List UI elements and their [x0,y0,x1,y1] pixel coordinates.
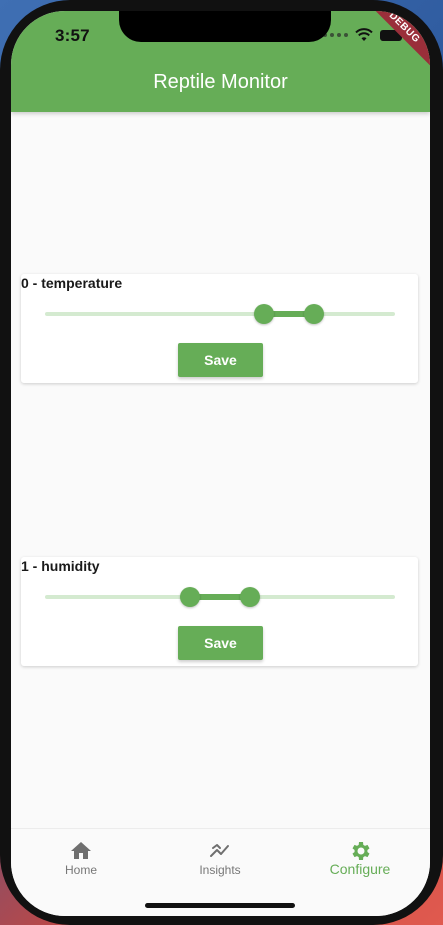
app-bar: 3:57 DEBUG Reptile Monitor [11,11,430,112]
slider-low-thumb[interactable] [254,304,274,324]
status-icons [323,27,405,43]
nav-label: Insights [199,863,241,877]
save-button[interactable]: Save [178,626,263,660]
threshold-card-temperature: 0 - temperature Save [21,274,418,383]
threshold-card-humidity: 1 - humidity Save [21,557,418,666]
insights-icon [210,844,229,857]
wifi-icon [355,28,373,41]
slider-low-thumb[interactable] [180,587,200,607]
range-slider-temperature[interactable] [45,302,395,326]
card-title: 0 - temperature [21,275,123,291]
card-title: 1 - humidity [21,558,100,574]
nav-item-configure[interactable]: Configure [290,829,430,889]
gear-icon [352,842,370,860]
signal-dots-icon [323,33,348,37]
nav-label: Home [64,863,97,877]
phone-frame: 3:57 DEBUG Reptile Monitor 0 - temperatu… [0,0,443,925]
range-slider-humidity[interactable] [45,585,395,609]
slider-high-thumb[interactable] [304,304,324,324]
home-indicator [145,903,295,908]
slider-track [45,312,395,316]
slider-high-thumb[interactable] [240,587,260,607]
home-icon [71,842,91,859]
nav-item-insights[interactable]: Insights [150,829,290,889]
app-screen: 3:57 DEBUG Reptile Monitor 0 - temperatu… [11,11,430,916]
nav-label: Configure [329,861,391,877]
save-button[interactable]: Save [178,343,263,377]
nav-item-home[interactable]: Home [11,829,151,889]
device-notch [119,11,331,42]
page-title: Reptile Monitor [153,71,288,93]
status-time: 3:57 [55,26,90,45]
